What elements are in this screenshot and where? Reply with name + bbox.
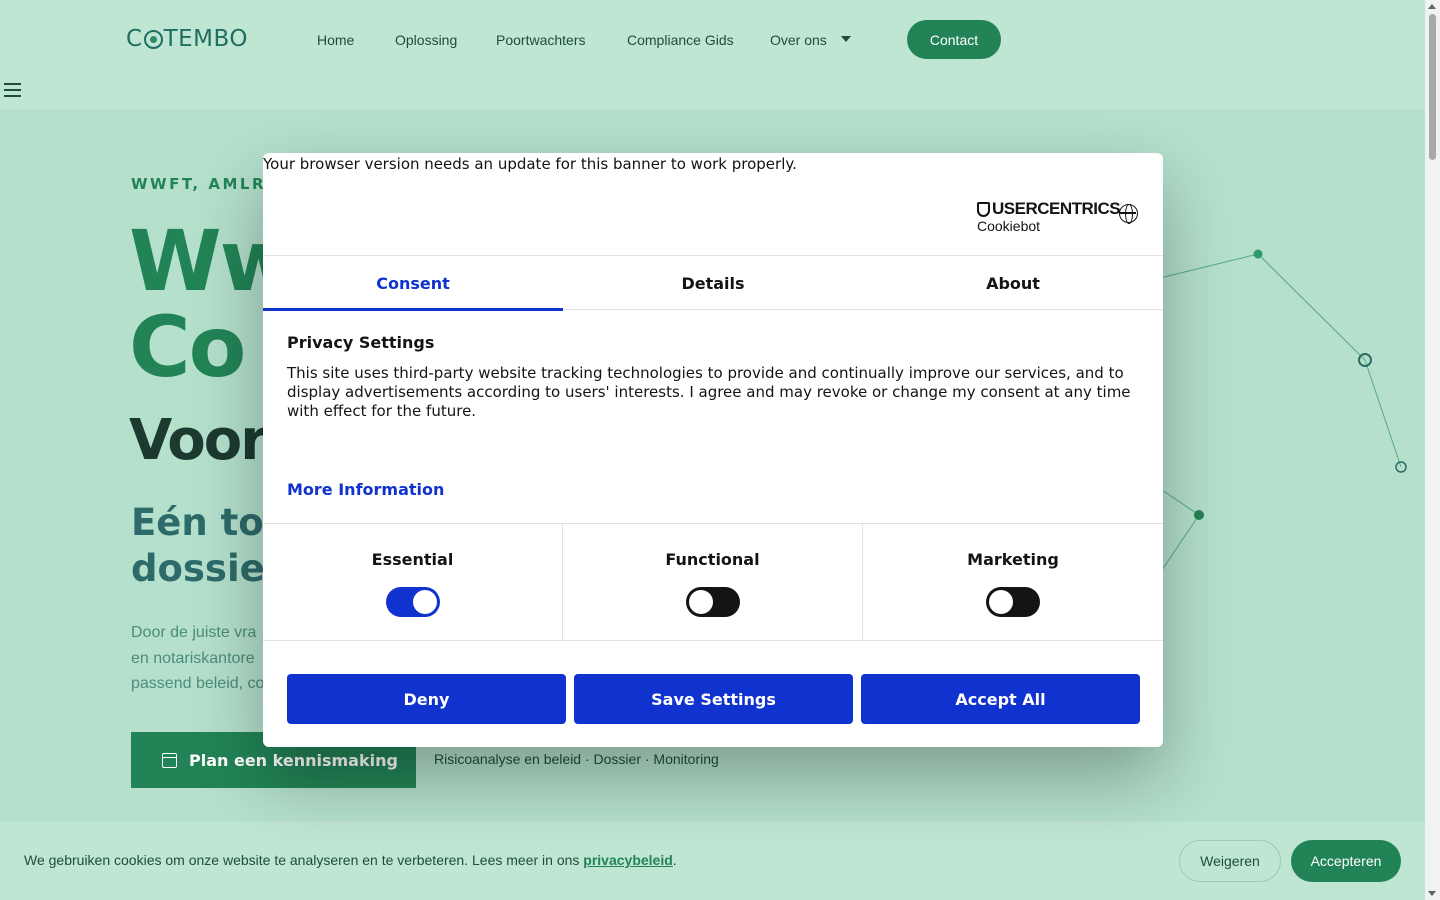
scrollbar-thumb[interactable] — [1429, 14, 1436, 160]
hero-paragraph: Door de juiste vra en notariskantore pas… — [131, 620, 264, 697]
hero-subtitle-line1: Eén tot — [131, 501, 282, 544]
hero-subtitle: Eén tot dossier — [131, 500, 283, 592]
hero-subtitle-line2: dossier — [131, 547, 283, 590]
shield-icon — [977, 201, 990, 217]
logo-globe-icon — [143, 29, 163, 49]
language-globe-icon[interactable] — [1119, 204, 1138, 224]
nav-over-ons-label: Over ons — [770, 32, 827, 48]
browser-update-warning: Your browser version needs an update for… — [263, 155, 797, 173]
switch-knob — [413, 590, 437, 614]
tab-details[interactable]: Details — [563, 256, 863, 310]
nav-compliance-gids[interactable]: Compliance Gids — [627, 32, 734, 48]
privacy-settings-title: Privacy Settings — [287, 333, 435, 352]
hamburger-menu-icon[interactable] — [4, 83, 21, 97]
toggle-essential-label: Essential — [371, 550, 454, 569]
usercentrics-brand: USERCENTRICS — [992, 199, 1121, 218]
hero-features: Risicoanalyse en beleid · Dossier · Moni… — [434, 751, 719, 767]
toggle-essential: Essential — [263, 524, 563, 640]
tab-about[interactable]: About — [863, 256, 1163, 310]
cookiebot-brand: Cookiebot — [977, 218, 1041, 234]
hero-paragraph-line3: passend beleid, co — [131, 675, 265, 692]
toggle-marketing-label: Marketing — [967, 550, 1059, 569]
accepteren-button[interactable]: Accepteren — [1291, 840, 1401, 882]
toggle-marketing: Marketing — [863, 524, 1163, 640]
deny-button[interactable]: Deny — [287, 674, 566, 724]
cookie-consent-dialog: Your browser version needs an update for… — [263, 153, 1163, 747]
essential-switch[interactable] — [386, 587, 440, 617]
cotembo-logo[interactable]: C TEMBO — [126, 26, 248, 52]
nav-home[interactable]: Home — [317, 32, 354, 48]
cookie-bar: We gebruiken cookies om onze website te … — [0, 821, 1425, 900]
toggle-functional-label: Functional — [665, 550, 760, 569]
plan-kennismaking-label: Plan een kennismaking — [189, 750, 398, 770]
functional-switch[interactable] — [686, 587, 740, 617]
hero-paragraph-line2: en notariskantore — [131, 649, 255, 667]
accept-all-button[interactable]: Accept All — [861, 674, 1140, 724]
nav-over-ons[interactable]: Over ons — [770, 32, 851, 48]
more-information-link[interactable]: More Information — [287, 480, 444, 499]
nav-oplossing[interactable]: Oplossing — [395, 32, 457, 48]
contact-button[interactable]: Contact — [907, 20, 1001, 59]
toggle-functional: Functional — [563, 524, 863, 640]
scroll-up-arrow-icon[interactable] — [1428, 4, 1436, 9]
nav-poortwachters[interactable]: Poortwachters — [496, 32, 585, 48]
privacy-settings-body: This site uses third-party website track… — [287, 364, 1131, 420]
switch-knob — [689, 590, 713, 614]
save-settings-button[interactable]: Save Settings — [574, 674, 853, 724]
site-header: C TEMBO Home Oplossing Poortwachters Comp… — [0, 0, 1425, 109]
cookie-bar-text: We gebruiken cookies om onze website te … — [24, 852, 677, 868]
chevron-down-icon — [840, 36, 851, 42]
switch-knob — [989, 590, 1013, 614]
weigeren-button[interactable]: Weigeren — [1179, 840, 1281, 882]
usercentrics-cookiebot-logo: USERCENTRICS Cookiebot — [977, 199, 1121, 234]
cookie-bar-message: We gebruiken cookies om onze website te … — [24, 852, 580, 868]
hero-title-line3: Voor — [129, 408, 268, 473]
page-scrollbar[interactable] — [1425, 0, 1440, 900]
network-node — [1253, 249, 1263, 259]
cookie-bar-period: . — [672, 852, 677, 868]
hero-paragraph-line1: Door de juiste vra — [131, 624, 257, 641]
hero-title-line2: Co — [129, 298, 246, 396]
hero-eyebrow: WWFT, AMLR, — [131, 175, 275, 193]
consent-buttons: Deny Save Settings Accept All — [287, 674, 1140, 724]
scroll-down-arrow-icon[interactable] — [1428, 891, 1436, 896]
calendar-icon — [162, 752, 177, 768]
consent-toggles: Essential Functional Marketing — [263, 523, 1163, 641]
network-node — [1194, 510, 1204, 520]
marketing-switch[interactable] — [986, 587, 1040, 617]
tab-consent[interactable]: Consent — [263, 256, 563, 311]
consent-tabs: Consent Details About — [263, 255, 1163, 311]
privacybeleid-link[interactable]: privacybeleid — [583, 852, 673, 868]
